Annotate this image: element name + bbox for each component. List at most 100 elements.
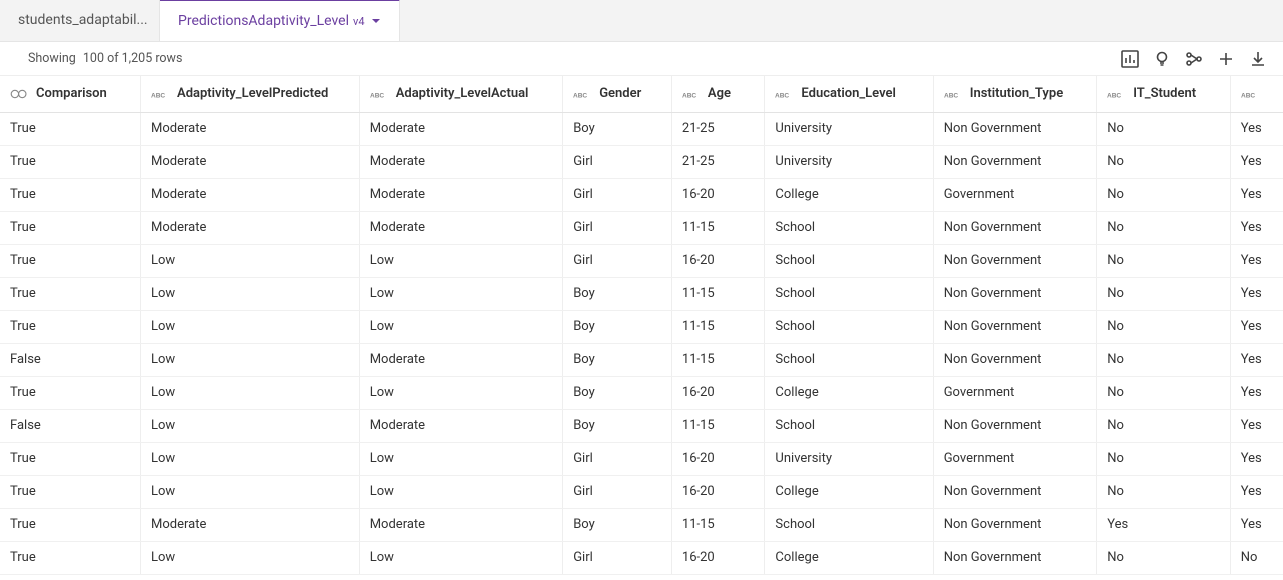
data-table-scroll[interactable]: ComparisonABCAdaptivity_LevelPredictedAB… (0, 76, 1283, 580)
cell-IT_Student[interactable]: No (1097, 409, 1230, 442)
cell-Extra[interactable]: Yes (1230, 310, 1283, 343)
cell-Education_Level[interactable]: University (765, 442, 933, 475)
cell-Age[interactable]: 11-15 (671, 277, 765, 310)
cell-Extra[interactable]: Yes (1230, 244, 1283, 277)
cell-IT_Student[interactable]: No (1097, 112, 1230, 145)
chart-icon[interactable] (1121, 50, 1139, 68)
column-header-Adaptivity_LevelPredicted[interactable]: ABCAdaptivity_LevelPredicted (141, 76, 360, 112)
cell-Adaptivity_LevelActual[interactable]: Low (359, 541, 562, 574)
cell-Extra[interactable]: Yes (1230, 277, 1283, 310)
cell-IT_Student[interactable]: No (1097, 277, 1230, 310)
cell-Education_Level[interactable]: School (765, 409, 933, 442)
cell-Extra[interactable]: Yes (1230, 442, 1283, 475)
cell-IT_Student[interactable]: No (1097, 145, 1230, 178)
cell-Education_Level[interactable]: College (765, 178, 933, 211)
cell-Extra[interactable]: Yes (1230, 409, 1283, 442)
cell-Education_Level[interactable]: College (765, 541, 933, 574)
cell-Gender[interactable]: Boy (563, 112, 672, 145)
cell-Education_Level[interactable]: School (765, 244, 933, 277)
cell-Comparison[interactable]: True (0, 541, 141, 574)
cell-Age[interactable]: 16-20 (671, 475, 765, 508)
cell-Extra[interactable]: Yes (1230, 178, 1283, 211)
cell-IT_Student[interactable]: No (1097, 541, 1230, 574)
table-row[interactable]: TrueModerateModerateGirl21-25UniversityN… (0, 145, 1283, 178)
cell-Age[interactable]: 16-20 (671, 178, 765, 211)
cell-IT_Student[interactable]: No (1097, 376, 1230, 409)
cell-Adaptivity_LevelPredicted[interactable]: Low (141, 310, 360, 343)
cell-Comparison[interactable]: True (0, 178, 141, 211)
cell-Comparison[interactable]: True (0, 211, 141, 244)
cell-Adaptivity_LevelActual[interactable]: Low (359, 310, 562, 343)
cell-Extra[interactable]: Yes (1230, 376, 1283, 409)
cell-Institution_Type[interactable]: Non Government (933, 112, 1097, 145)
cell-Institution_Type[interactable]: Government (933, 178, 1097, 211)
cell-Education_Level[interactable]: School (765, 508, 933, 541)
column-header-Comparison[interactable]: Comparison (0, 76, 141, 112)
cell-Adaptivity_LevelPredicted[interactable]: Low (141, 541, 360, 574)
cell-Adaptivity_LevelActual[interactable]: Moderate (359, 178, 562, 211)
download-icon[interactable] (1249, 50, 1267, 68)
table-row[interactable]: TrueLowLowGirl16-20SchoolNon GovernmentN… (0, 244, 1283, 277)
column-header-Age[interactable]: ABCAge (671, 76, 765, 112)
cell-Adaptivity_LevelPredicted[interactable]: Low (141, 409, 360, 442)
table-row[interactable]: TrueLowLowGirl16-20UniversityGovernmentN… (0, 442, 1283, 475)
cell-Education_Level[interactable]: School (765, 211, 933, 244)
cell-Institution_Type[interactable]: Non Government (933, 310, 1097, 343)
cell-Age[interactable]: 11-15 (671, 310, 765, 343)
cell-Extra[interactable]: Yes (1230, 145, 1283, 178)
cell-Institution_Type[interactable]: Non Government (933, 244, 1097, 277)
cell-Age[interactable]: 11-15 (671, 409, 765, 442)
cell-IT_Student[interactable]: No (1097, 211, 1230, 244)
table-row[interactable]: TrueModerateModerateGirl11-15SchoolNon G… (0, 211, 1283, 244)
nodes-icon[interactable] (1185, 50, 1203, 68)
lightbulb-icon[interactable] (1153, 50, 1171, 68)
cell-Age[interactable]: 16-20 (671, 244, 765, 277)
cell-Adaptivity_LevelPredicted[interactable]: Moderate (141, 508, 360, 541)
cell-Education_Level[interactable]: College (765, 376, 933, 409)
cell-Gender[interactable]: Girl (563, 442, 672, 475)
cell-Extra[interactable]: No (1230, 541, 1283, 574)
cell-Gender[interactable]: Boy (563, 508, 672, 541)
cell-Age[interactable]: 11-15 (671, 211, 765, 244)
cell-Extra[interactable]: Yes (1230, 508, 1283, 541)
cell-Comparison[interactable]: True (0, 310, 141, 343)
cell-IT_Student[interactable]: No (1097, 244, 1230, 277)
cell-Adaptivity_LevelPredicted[interactable]: Moderate (141, 178, 360, 211)
cell-IT_Student[interactable]: No (1097, 442, 1230, 475)
cell-Adaptivity_LevelActual[interactable]: Moderate (359, 409, 562, 442)
cell-IT_Student[interactable]: No (1097, 178, 1230, 211)
cell-Comparison[interactable]: True (0, 376, 141, 409)
cell-IT_Student[interactable]: No (1097, 343, 1230, 376)
cell-Adaptivity_LevelPredicted[interactable]: Low (141, 244, 360, 277)
cell-Comparison[interactable]: True (0, 244, 141, 277)
table-row[interactable]: TrueModerateModerateBoy11-15SchoolNon Go… (0, 508, 1283, 541)
cell-Institution_Type[interactable]: Non Government (933, 145, 1097, 178)
cell-Gender[interactable]: Boy (563, 376, 672, 409)
table-row[interactable]: TrueLowLowGirl16-20CollegeNon Government… (0, 541, 1283, 574)
cell-Institution_Type[interactable]: Non Government (933, 211, 1097, 244)
column-header-Education_Level[interactable]: ABCEducation_Level (765, 76, 933, 112)
cell-Extra[interactable]: Yes (1230, 211, 1283, 244)
cell-Adaptivity_LevelActual[interactable]: Low (359, 244, 562, 277)
cell-Adaptivity_LevelActual[interactable]: Low (359, 475, 562, 508)
cell-Gender[interactable]: Girl (563, 475, 672, 508)
cell-IT_Student[interactable]: No (1097, 475, 1230, 508)
cell-Institution_Type[interactable]: Non Government (933, 409, 1097, 442)
table-row[interactable]: FalseLowModerateBoy11-15SchoolNon Govern… (0, 409, 1283, 442)
cell-Adaptivity_LevelPredicted[interactable]: Low (141, 343, 360, 376)
cell-IT_Student[interactable]: No (1097, 310, 1230, 343)
cell-Adaptivity_LevelActual[interactable]: Low (359, 376, 562, 409)
cell-Gender[interactable]: Boy (563, 343, 672, 376)
cell-Adaptivity_LevelPredicted[interactable]: Moderate (141, 145, 360, 178)
column-header-Adaptivity_LevelActual[interactable]: ABCAdaptivity_LevelActual (359, 76, 562, 112)
cell-Age[interactable]: 16-20 (671, 442, 765, 475)
cell-Comparison[interactable]: True (0, 442, 141, 475)
table-row[interactable]: TrueLowLowBoy11-15SchoolNon GovernmentNo… (0, 277, 1283, 310)
cell-Institution_Type[interactable]: Non Government (933, 541, 1097, 574)
cell-Adaptivity_LevelActual[interactable]: Low (359, 442, 562, 475)
cell-Comparison[interactable]: True (0, 112, 141, 145)
cell-Institution_Type[interactable]: Non Government (933, 277, 1097, 310)
cell-Adaptivity_LevelPredicted[interactable]: Moderate (141, 211, 360, 244)
cell-Institution_Type[interactable]: Non Government (933, 343, 1097, 376)
cell-Adaptivity_LevelActual[interactable]: Moderate (359, 508, 562, 541)
